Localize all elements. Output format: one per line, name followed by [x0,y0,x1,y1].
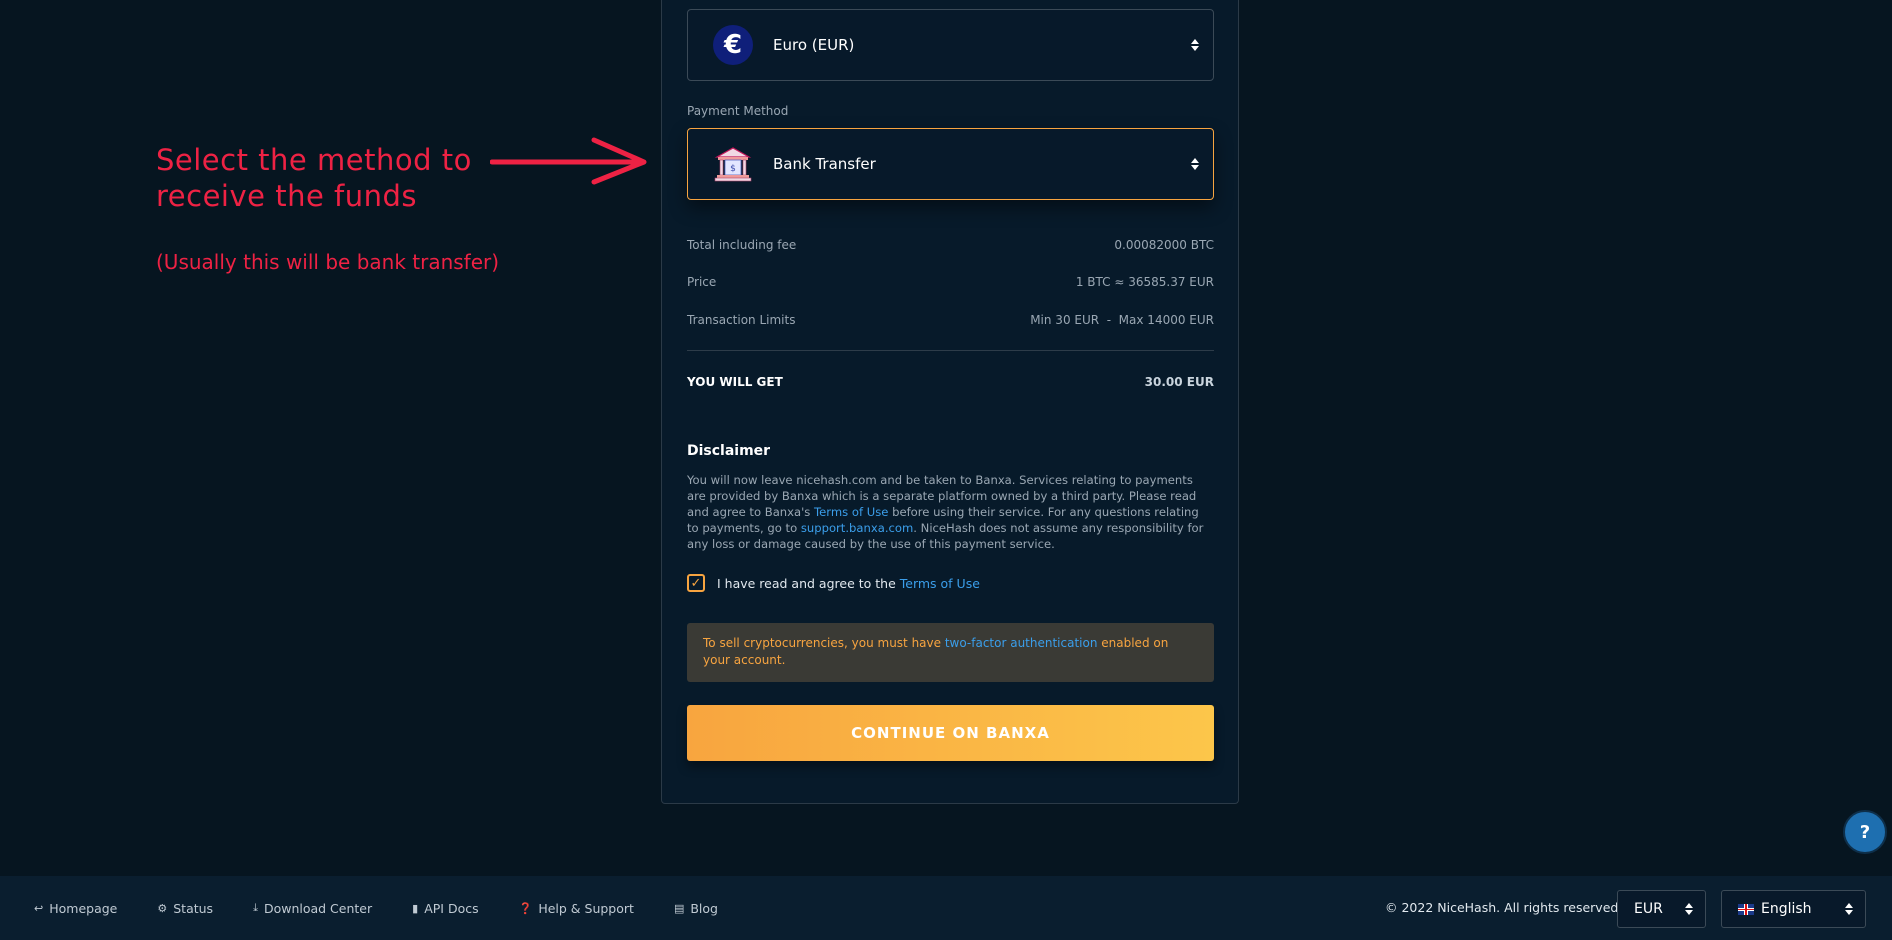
footer-language-value: English [1761,901,1812,917]
limits-label: Transaction Limits [687,313,796,327]
footer-link-label: Homepage [49,900,118,916]
footer-link-label: Help & Support [538,900,634,916]
two-factor-link[interactable]: two-factor authentication [945,636,1098,650]
you-will-get-value: 30.00 EUR [1144,375,1214,389]
currency-select-value: Euro (EUR) [773,36,855,54]
footer: ↩ Homepage ⚙ Status ⤓ Download Center ▮ … [0,876,1892,940]
annotation-title-line2: receive the funds [156,179,417,213]
banxa-support-link[interactable]: support.banxa.com [801,521,913,535]
summary-divider [687,350,1214,351]
sort-caret-icon [1845,903,1853,915]
gears-icon: ⚙ [157,901,168,915]
footer-link-api-docs[interactable]: ▮ API Docs [412,901,478,916]
svg-text:$: $ [730,164,736,174]
warning-text-part: To sell cryptocurrencies, you must have [703,636,945,650]
price-value: 1 BTC ≈ 36585.37 EUR [1075,275,1214,289]
footer-language-select[interactable]: English [1721,890,1866,928]
terms-agreement: ✓ I have read and agree to the Terms of … [687,574,980,592]
sell-form-panel: € Euro (EUR) Payment Method $ Bank Trans… [661,0,1239,804]
limits-row: Transaction Limits Min 30 EUR - Max 1400… [687,313,1214,327]
footer-link-label: Download Center [263,900,373,916]
banxa-terms-link[interactable]: Terms of Use [814,505,888,519]
annotation-title: Select the method to receive the funds [156,142,472,214]
footer-link-help-support[interactable]: ❓ Help & Support [519,901,634,916]
footer-link-download-center[interactable]: ⤓ Download Center [253,901,372,916]
total-label: Total including fee [687,238,797,252]
you-will-get-row: YOU WILL GET 30.00 EUR [687,375,1214,389]
currency-select[interactable]: € Euro (EUR) [687,9,1214,81]
annotation-title-line1: Select the method to [156,143,472,177]
copyright: © 2022 NiceHash. All rights reserved [1385,900,1619,915]
sort-caret-icon [1191,158,1199,170]
question-circle-icon: ❓ [518,901,533,915]
payment-method-select[interactable]: $ Bank Transfer [687,128,1214,200]
euro-icon: € [713,25,753,65]
agree-text: I have read and agree to the [717,575,900,591]
annotation-subtitle: (Usually this will be bank transfer) [156,250,500,274]
footer-links: ↩ Homepage ⚙ Status ⤓ Download Center ▮ … [34,876,758,940]
uk-flag-icon [1738,903,1754,915]
bank-icon: $ [713,144,753,184]
terms-of-use-link[interactable]: Terms of Use [900,576,980,591]
sort-caret-icon [1685,903,1693,915]
payment-method-value: Bank Transfer [773,155,876,173]
payment-method-label: Payment Method [687,104,789,118]
disclaimer-title: Disclaimer [687,443,771,459]
check-icon: ✓ [690,575,702,591]
two-factor-warning: To sell cryptocurrencies, you must have … [687,623,1214,682]
book-icon: ▮ [412,901,419,915]
footer-link-label: Status [173,900,214,916]
newspaper-icon: ▤ [673,901,685,915]
footer-link-label: Blog [690,900,718,916]
footer-currency-value: EUR [1634,901,1663,917]
price-label: Price [687,275,717,289]
total-value: 0.00082000 BTC [1114,238,1214,252]
you-will-get-label: YOU WILL GET [687,375,783,389]
sort-caret-icon [1191,39,1199,51]
footer-link-homepage[interactable]: ↩ Homepage [34,901,117,916]
disclaimer-text: You will now leave nicehash.com and be t… [687,472,1214,552]
footer-link-status[interactable]: ⚙ Status [157,901,213,916]
back-arrow-icon: ↩ [34,901,44,915]
footer-currency-select[interactable]: EUR [1617,890,1706,928]
footer-link-blog[interactable]: ▤ Blog [674,901,718,916]
total-row: Total including fee 0.00082000 BTC [687,238,1214,252]
footer-link-label: API Docs [424,900,479,916]
price-row: Price 1 BTC ≈ 36585.37 EUR [687,275,1214,289]
continue-on-banxa-button[interactable]: CONTINUE ON BANXA [687,705,1214,761]
agree-checkbox[interactable]: ✓ [687,574,705,592]
help-button[interactable]: ? [1843,810,1887,854]
limits-value: Min 30 EUR - Max 14000 EUR [1030,313,1214,327]
download-icon: ⤓ [253,901,258,914]
annotation-arrow-icon [490,137,647,185]
